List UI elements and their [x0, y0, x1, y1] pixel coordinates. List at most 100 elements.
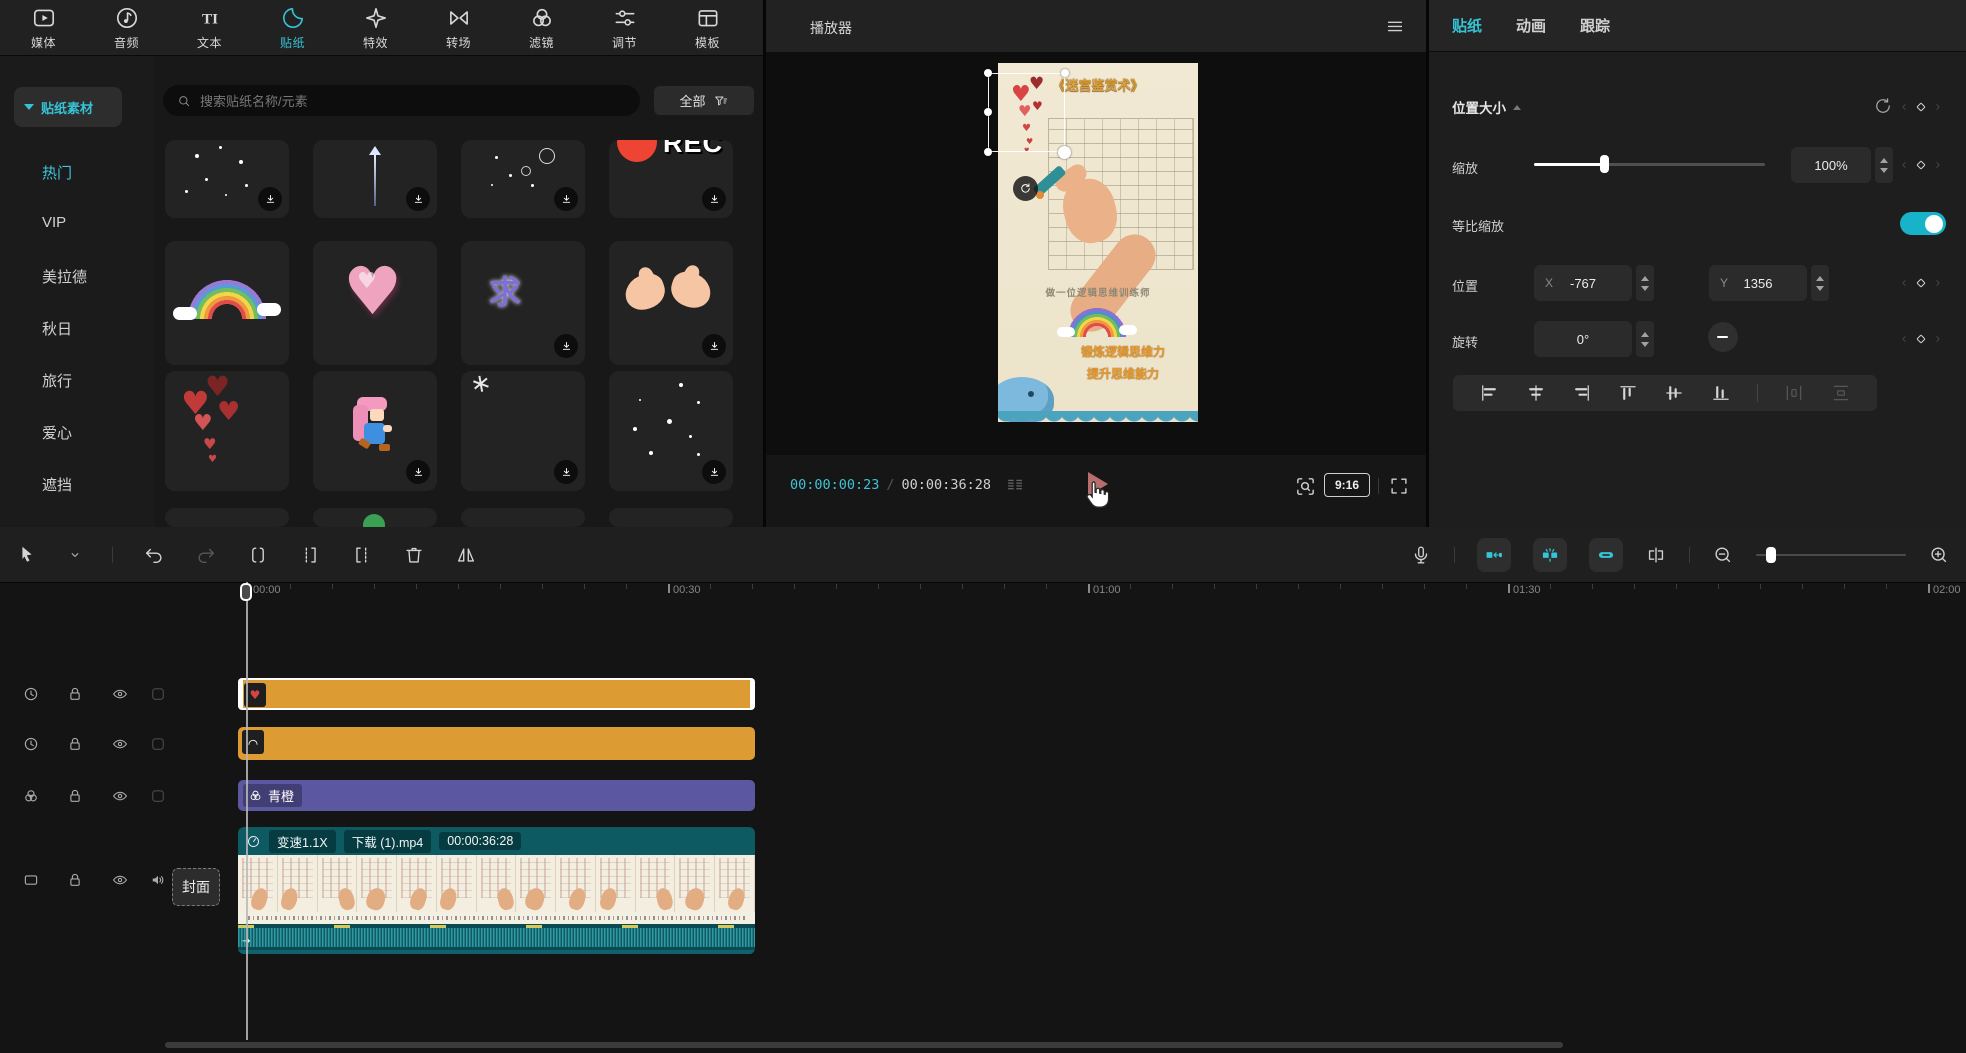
- toolbar-template[interactable]: 模板: [666, 0, 749, 55]
- sticker-tile-rec-logo[interactable]: REC: [609, 140, 733, 218]
- toolbar-filter[interactable]: 滤镜: [500, 0, 583, 55]
- sticker-tile-rainbow[interactable]: [165, 241, 289, 365]
- selection-box[interactable]: [988, 73, 1065, 152]
- align-cv-icon[interactable]: [1664, 383, 1684, 403]
- keyframe-next-icon[interactable]: [1933, 160, 1943, 170]
- undo-icon[interactable]: [143, 544, 165, 566]
- lock-icon[interactable]: [66, 787, 84, 805]
- selection-handle-br[interactable]: [1058, 146, 1071, 159]
- playhead-marker[interactable]: [240, 583, 252, 601]
- sticker-tile-heart-hands[interactable]: [609, 241, 733, 365]
- keyframe-icon[interactable]: [1913, 331, 1929, 347]
- link-button[interactable]: [1589, 538, 1623, 572]
- keyframe-next-icon[interactable]: [1933, 102, 1943, 112]
- clock-icon[interactable]: [22, 685, 40, 703]
- position-y-field[interactable]: Y 1356: [1709, 265, 1807, 301]
- keyframe-prev-icon[interactable]: [1899, 160, 1909, 170]
- dist-h-icon[interactable]: [1784, 383, 1804, 403]
- keyframe-next-icon[interactable]: [1933, 278, 1943, 288]
- overlap-icon[interactable]: [22, 787, 40, 805]
- toolbar-text[interactable]: TI 文本: [168, 0, 251, 55]
- playhead-line[interactable]: [246, 582, 248, 1040]
- clip-trim-handle[interactable]: [750, 678, 755, 710]
- download-icon[interactable]: [702, 460, 726, 484]
- tab-tracking[interactable]: 跟踪: [1580, 15, 1610, 36]
- mirror-icon[interactable]: [455, 544, 477, 566]
- toolbar-transition[interactable]: 转场: [417, 0, 500, 55]
- sticker-tile-sparkle-dots[interactable]: [165, 140, 289, 218]
- sticker-tile-bubble-hearts[interactable]: [461, 140, 585, 218]
- scale-stepper[interactable]: [1875, 147, 1893, 183]
- sidebar-item-maillard[interactable]: 美拉德: [42, 266, 87, 287]
- clip-trim-handle[interactable]: [238, 678, 243, 710]
- dist-v-icon[interactable]: [1831, 383, 1851, 403]
- eye-icon[interactable]: [111, 787, 129, 805]
- fullscreen-icon[interactable]: [1388, 475, 1410, 497]
- download-icon[interactable]: [554, 334, 578, 358]
- sidebar-item-love[interactable]: 爱心: [42, 422, 72, 443]
- sticker-tile-qiu-text[interactable]: 求: [461, 241, 585, 365]
- lock-icon[interactable]: [66, 685, 84, 703]
- box-icon[interactable]: [149, 735, 167, 753]
- selection-handle-tl[interactable]: [984, 69, 992, 77]
- sticker-tile-star-dots[interactable]: [609, 371, 733, 491]
- download-icon[interactable]: [554, 460, 578, 484]
- cursor-icon[interactable]: [16, 544, 38, 566]
- selection-handle-ml[interactable]: [984, 108, 992, 116]
- keyframe-next-icon[interactable]: [1933, 334, 1943, 344]
- magnet-button[interactable]: [1477, 538, 1511, 572]
- tab-sticker[interactable]: 贴纸: [1452, 15, 1482, 36]
- eye-icon[interactable]: [111, 871, 129, 889]
- trash-icon[interactable]: [403, 544, 425, 566]
- download-icon[interactable]: [258, 187, 282, 211]
- rotate-stepper[interactable]: [1636, 321, 1654, 357]
- keyframe-prev-icon[interactable]: [1899, 334, 1909, 344]
- sidebar-item-autumn[interactable]: 秋日: [42, 318, 72, 339]
- eye-icon[interactable]: [111, 735, 129, 753]
- zoom-in-icon[interactable]: [1928, 544, 1950, 566]
- tab-animation[interactable]: 动画: [1516, 15, 1546, 36]
- toolbar-adjust[interactable]: 调节: [583, 0, 666, 55]
- position-y-stepper[interactable]: [1811, 265, 1829, 301]
- speaker-icon[interactable]: [149, 871, 167, 889]
- scale-slider[interactable]: [1534, 163, 1765, 166]
- position-x-stepper[interactable]: [1636, 265, 1654, 301]
- timeline-scrollbar[interactable]: [165, 1042, 1563, 1048]
- timeline-zoom-slider[interactable]: [1756, 554, 1906, 556]
- position-x-field[interactable]: X -767: [1534, 265, 1632, 301]
- sidebar-header[interactable]: 贴纸素材: [14, 87, 122, 127]
- box-icon[interactable]: [149, 787, 167, 805]
- uniform-scale-toggle[interactable]: [1900, 212, 1946, 235]
- sidebar-item-occlusion[interactable]: 遮挡: [42, 474, 72, 495]
- sidebar-item-hot[interactable]: 热门: [42, 162, 72, 183]
- download-icon[interactable]: [702, 187, 726, 211]
- preview-quality-icon[interactable]: [1294, 475, 1317, 498]
- section-position-size[interactable]: 位置大小: [1452, 97, 1521, 117]
- filter-clip[interactable]: 青橙: [238, 780, 755, 811]
- sticker-clip-2[interactable]: [238, 727, 755, 760]
- preview-axis-icon[interactable]: [1645, 544, 1667, 566]
- trim-left-icon[interactable]: [299, 544, 321, 566]
- ratio-button[interactable]: 9:16: [1324, 473, 1370, 497]
- lock-icon[interactable]: [66, 871, 84, 889]
- align-bottom-icon[interactable]: [1711, 383, 1731, 403]
- eye-icon[interactable]: [111, 685, 129, 703]
- sidebar-item-travel[interactable]: 旅行: [42, 370, 72, 391]
- sticker-tile-sparkle-burst[interactable]: [461, 371, 585, 491]
- download-icon[interactable]: [554, 187, 578, 211]
- sticker-tile-sliver[interactable]: [461, 508, 585, 527]
- scale-slider-handle[interactable]: [1600, 155, 1609, 173]
- download-icon[interactable]: [406, 460, 430, 484]
- sticker-tile-sliver-green[interactable]: [313, 508, 437, 527]
- redo-icon[interactable]: [195, 544, 217, 566]
- rotate-handle-icon[interactable]: [1013, 176, 1038, 201]
- lock-icon[interactable]: [66, 735, 84, 753]
- split-icon[interactable]: [247, 544, 269, 566]
- selection-handle-bl[interactable]: [984, 148, 992, 156]
- align-left-icon[interactable]: [1479, 383, 1499, 403]
- zoom-out-icon[interactable]: [1712, 544, 1734, 566]
- align-top-icon[interactable]: [1618, 383, 1638, 403]
- sticker-tile-sliver[interactable]: [165, 508, 289, 527]
- toolbar-effects[interactable]: 特效: [334, 0, 417, 55]
- download-icon[interactable]: [406, 187, 430, 211]
